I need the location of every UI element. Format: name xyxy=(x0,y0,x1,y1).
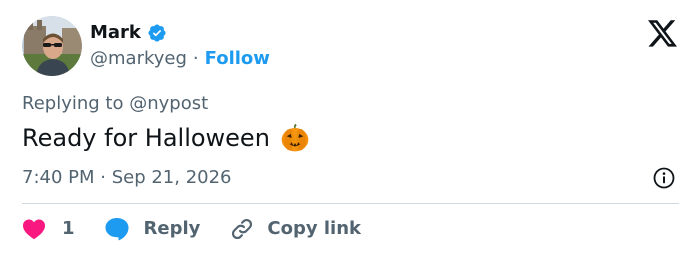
info-icon[interactable] xyxy=(652,166,676,190)
link-icon xyxy=(229,216,255,242)
tweet-actions: 1 Reply Copy link xyxy=(22,216,361,242)
author-name[interactable]: Mark xyxy=(90,21,141,45)
handle-separator: · xyxy=(192,48,199,69)
like-button[interactable]: 1 xyxy=(22,217,75,241)
heart-icon xyxy=(22,218,46,240)
chat-bubble-icon xyxy=(104,217,130,241)
reply-label: Reply xyxy=(143,218,201,239)
follow-button[interactable]: Follow xyxy=(205,47,270,71)
author-handle-row: @markyeg · Follow xyxy=(90,47,270,71)
reply-button[interactable]: Reply xyxy=(104,217,201,241)
timestamp-separator: · xyxy=(94,167,112,188)
author-name-row: Mark xyxy=(90,21,167,45)
tweet-text: Ready for Halloween xyxy=(22,122,310,154)
replying-to-mention[interactable]: @nypost xyxy=(129,93,208,114)
verified-badge-icon xyxy=(147,23,167,43)
copy-link-label: Copy link xyxy=(267,218,361,239)
pumpkin-icon xyxy=(280,123,310,153)
tweet-timestamp[interactable]: 7:40 PM · Sep 21, 2026 xyxy=(22,166,232,190)
avatar[interactable] xyxy=(22,16,82,76)
tweet-date: Sep 21, 2026 xyxy=(111,167,232,188)
like-count: 1 xyxy=(62,218,75,239)
x-logo-icon[interactable] xyxy=(648,20,678,48)
divider xyxy=(22,203,679,204)
replying-to: Replying to @nypost xyxy=(22,92,208,116)
replying-prefix: Replying to xyxy=(22,93,130,114)
copy-link-button[interactable]: Copy link xyxy=(229,216,361,242)
author-handle[interactable]: @markyeg xyxy=(90,47,187,71)
tweet-body: Ready for Halloween xyxy=(22,124,270,152)
tweet-time: 7:40 PM xyxy=(22,167,95,188)
